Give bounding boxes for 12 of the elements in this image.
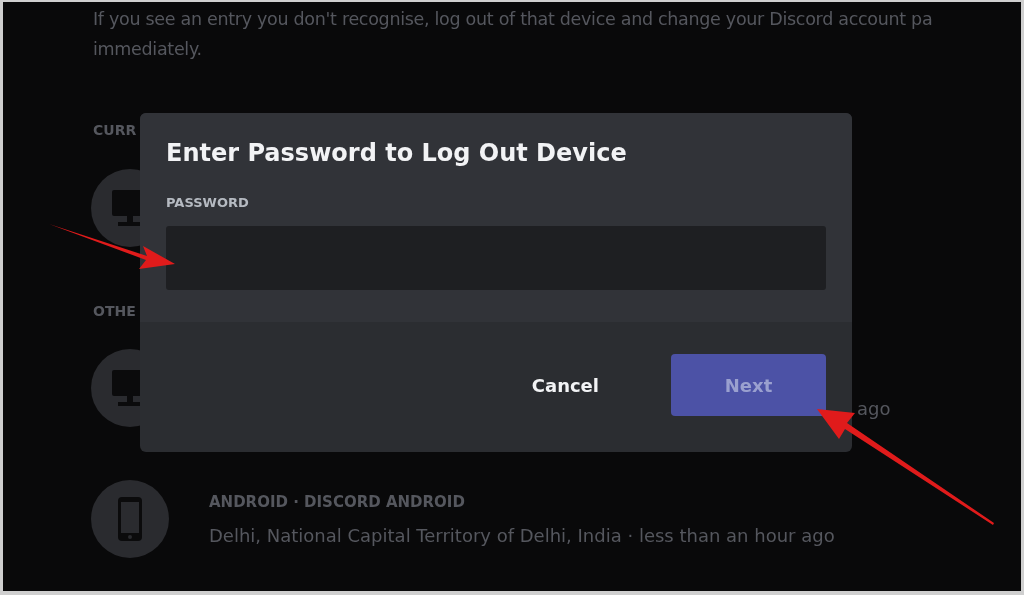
field-label: PASSWORD	[166, 195, 250, 210]
password-field[interactable]	[166, 226, 826, 290]
device-name: ANDROID · DISCORD ANDROID	[209, 492, 466, 511]
section-heading: OTHE	[93, 303, 136, 319]
modal-title: Enter Password to Log Out Device	[166, 139, 628, 167]
device-location: ago	[857, 397, 891, 419]
cancel-button[interactable]: Cancel	[477, 354, 653, 416]
section-heading: CURR	[93, 122, 137, 138]
phone-icon	[91, 480, 169, 558]
notice-text: immediately.	[93, 38, 203, 61]
notice-text: If you see an entry you don't recognise, log out of that device and change your Discord account pa	[93, 8, 934, 31]
device-location: Delhi, National Capital Territory of Delhi, India · less than an hour ago	[209, 524, 835, 546]
